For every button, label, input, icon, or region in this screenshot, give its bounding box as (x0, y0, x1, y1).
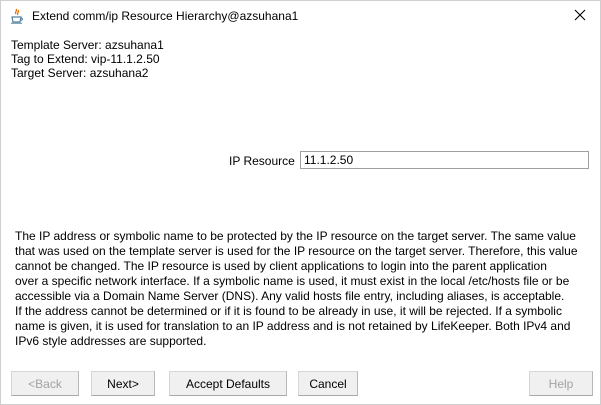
target-server-text: Target Server: azsuhana2 (11, 66, 149, 80)
cancel-button[interactable]: Cancel (298, 371, 358, 396)
ip-resource-label: IP Resource (229, 154, 295, 168)
resource-info: Template Server: azsuhana1 Tag to Extend… (11, 38, 164, 80)
template-server-text: Template Server: azsuhana1 (11, 38, 164, 52)
close-icon (574, 9, 586, 24)
tag-to-extend-text: Tag to Extend: vip-11.1.2.50 (11, 52, 160, 66)
java-icon (10, 8, 24, 24)
ip-resource-input[interactable] (300, 151, 589, 169)
title-bar[interactable]: Extend comm/ip Resource Hierarchy@azsuha… (1, 1, 600, 31)
help-description: The IP address or symbolic name to be pr… (15, 229, 593, 349)
help-line: cannot be changed. The IP resource is us… (15, 259, 547, 273)
accept-defaults-button[interactable]: Accept Defaults (169, 371, 287, 396)
help-button[interactable]: Help (529, 371, 593, 396)
help-line: If the address cannot be determined or i… (15, 304, 562, 318)
help-line: IPv6 style addresses are supported. (15, 334, 207, 348)
help-line: over a specific network interface. If a … (15, 274, 570, 288)
dialog-window: Extend comm/ip Resource Hierarchy@azsuha… (0, 0, 601, 405)
help-line: name is given, it is used for translatio… (15, 319, 571, 333)
window-title: Extend comm/ip Resource Hierarchy@azsuha… (32, 9, 299, 23)
next-button[interactable]: Next> (91, 371, 155, 396)
back-button[interactable]: <Back (11, 371, 79, 396)
help-line: accessible via a Domain Name Server (DNS… (15, 289, 565, 303)
help-line: The IP address or symbolic name to be pr… (15, 229, 576, 243)
help-line: that was used on the template server is … (15, 244, 578, 258)
close-button[interactable] (566, 4, 594, 28)
